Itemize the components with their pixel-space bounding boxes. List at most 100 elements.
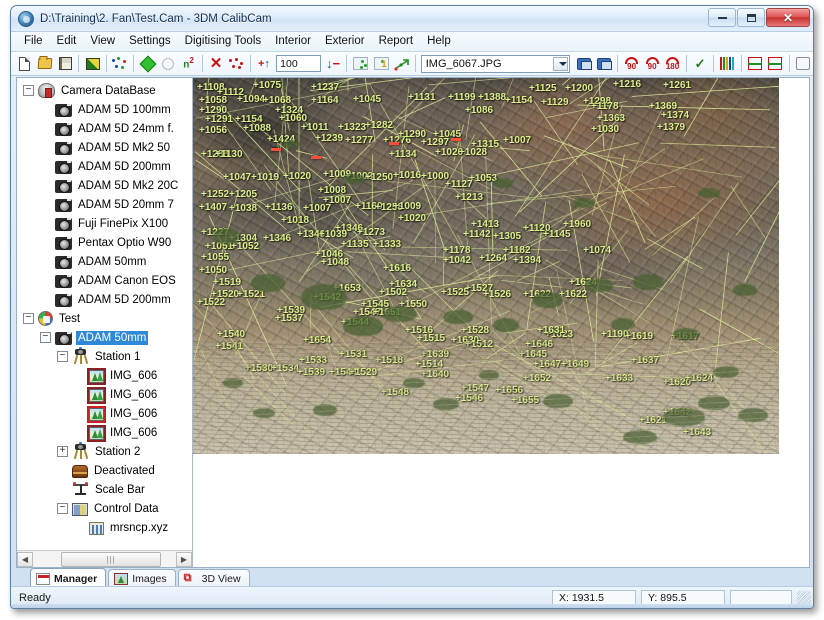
scroll-thumb[interactable]: ||| [61,551,161,567]
tree-node[interactable]: IMG_606 [17,385,192,404]
point-label[interactable]: +1129 [541,98,569,108]
point-label[interactable]: +1645 [519,350,547,360]
point-label[interactable]: +1136 [265,203,293,213]
grey-circle-button[interactable] [158,53,178,74]
point-label[interactable]: +1514 [415,360,443,370]
point-label[interactable]: +1305 [493,232,521,242]
page-prev-button[interactable] [573,53,593,74]
menu-file[interactable]: File [17,33,50,50]
point-label[interactable]: +1052 [231,242,259,252]
point-label[interactable]: +1125 [529,84,557,94]
tree-node[interactable]: IMG_606 [17,404,192,423]
point-label[interactable]: +1047 [223,173,251,183]
point-label[interactable]: +1526 [483,290,511,300]
point-label[interactable]: +1537 [275,314,303,324]
rotate-180-button[interactable]: 180 [662,53,682,74]
point-label[interactable]: +1522 [197,298,225,308]
tree-node[interactable]: − Test [17,309,192,328]
point-label[interactable]: +1546 [455,394,483,404]
tree-node[interactable]: ADAM 5D Mk2 50 [17,138,192,157]
tree-node[interactable]: mrsncp.xyz [17,518,192,537]
point-label[interactable]: +1019 [251,173,279,183]
point-label[interactable]: +1512 [465,340,493,350]
point-label[interactable]: +1007 [503,136,531,146]
point-label[interactable]: +1030 [591,125,619,135]
scroll-left-button[interactable]: ◀ [17,551,33,567]
tree-node[interactable]: Deactivated [17,461,192,480]
selected-point-marker[interactable]: ▬ [451,134,461,144]
point-label[interactable]: +1323 [338,123,366,133]
point-label[interactable]: +1086 [465,106,493,116]
project-tree[interactable]: − Camera DataBase ADAM 5D 100mm ADAM 5D 24m… [17,78,192,550]
point-label[interactable]: +1639 [421,350,449,360]
tree-node[interactable]: ADAM 5D Mk2 20C [17,176,192,195]
point-label[interactable]: +1374 [661,111,689,121]
point-label[interactable]: +1178 [591,102,619,112]
point-label[interactable]: +1007 [303,204,331,214]
resize-grip-icon[interactable] [797,590,811,605]
point-label[interactable]: +1539 [297,368,325,378]
color-bars-button[interactable] [717,53,737,74]
point-label[interactable]: +1637 [631,356,659,366]
halftone-button[interactable] [82,53,102,74]
point-label[interactable]: +1074 [583,246,611,256]
save-file-button[interactable] [55,53,75,74]
down-arrow-button[interactable]: ↓− [323,53,343,74]
scroll-right-button[interactable]: ▶ [176,551,192,567]
point-label[interactable]: +1250 [365,173,393,183]
point-label[interactable]: +1643 [683,428,711,438]
point-label[interactable]: +1540 [217,330,245,340]
point-label[interactable]: +1525 [441,288,469,298]
tree-node[interactable]: ADAM 50mm [17,252,192,271]
point-label[interactable]: +1333 [373,240,401,250]
point-label[interactable]: +1624 [685,374,713,384]
point-number-input[interactable]: 100 [276,55,321,72]
tree-node[interactable]: − Station 1 [17,347,192,366]
point-label[interactable]: +1154 [505,96,533,106]
point-label[interactable]: +1346 [263,234,291,244]
point-label[interactable]: +1045 [353,95,381,105]
tree-node[interactable]: − Camera DataBase [17,81,192,100]
point-label[interactable]: +1011 [301,123,329,133]
point-label[interactable]: +1094 [237,95,265,105]
point-label[interactable]: +1273 [357,228,385,238]
point-label[interactable]: +1656 [495,386,523,396]
point-label[interactable]: +1515 [417,334,445,344]
point-label[interactable]: +1020 [398,214,426,224]
point-label[interactable]: +1619 [625,332,653,342]
point-label[interactable]: +1960 [563,220,591,230]
point-label[interactable]: +1630 [451,336,479,346]
point-label[interactable]: +1134 [389,150,417,160]
point-label[interactable]: +1621 [639,416,667,426]
point-label[interactable]: +1018 [281,216,309,226]
point-label[interactable]: +1640 [421,370,449,380]
tile-numbered-button[interactable]: 1 [371,53,391,74]
rotate-cw-90-button[interactable]: 90 [642,53,662,74]
menu-help[interactable]: Help [420,33,458,50]
point-label[interactable]: +1264 [479,254,507,264]
point-label[interactable]: +1616 [383,264,411,274]
point-label[interactable]: +1048 [321,258,349,268]
point-label[interactable]: +1237 [311,83,339,93]
point-label[interactable]: +1652 [523,374,551,384]
delete-point-button[interactable]: ✕ [206,53,226,74]
tree-toggle-collapse[interactable]: − [57,351,68,362]
add-point-button[interactable]: +↑ [254,53,274,74]
network-points-button[interactable] [110,53,130,74]
point-label[interactable]: +1631 [537,326,565,336]
tree-node[interactable]: Scale Bar [17,480,192,499]
image-view-panel[interactable]: +1108 +1112 +1075 +1237 +1125 +1200 +1216 +1261… [193,78,809,567]
green-diamond-button[interactable] [137,53,157,74]
point-label[interactable]: +1135 [341,240,369,250]
point-label[interactable]: +1541 [215,342,243,352]
point-label[interactable]: +1646 [525,340,553,350]
point-label[interactable]: +1655 [511,396,539,406]
tree-node[interactable]: ADAM Canon EOS [17,271,192,290]
point-label[interactable]: +1518 [375,356,403,366]
scatter-delete-button[interactable] [226,53,246,74]
point-label[interactable]: +1407 [199,203,227,213]
menu-view[interactable]: View [83,33,122,50]
tree-node[interactable]: ADAM 5D 20mm 7 [17,195,192,214]
tree-node[interactable]: ADAM 5D 200mm [17,290,192,309]
point-label[interactable]: +1009 [393,202,421,212]
